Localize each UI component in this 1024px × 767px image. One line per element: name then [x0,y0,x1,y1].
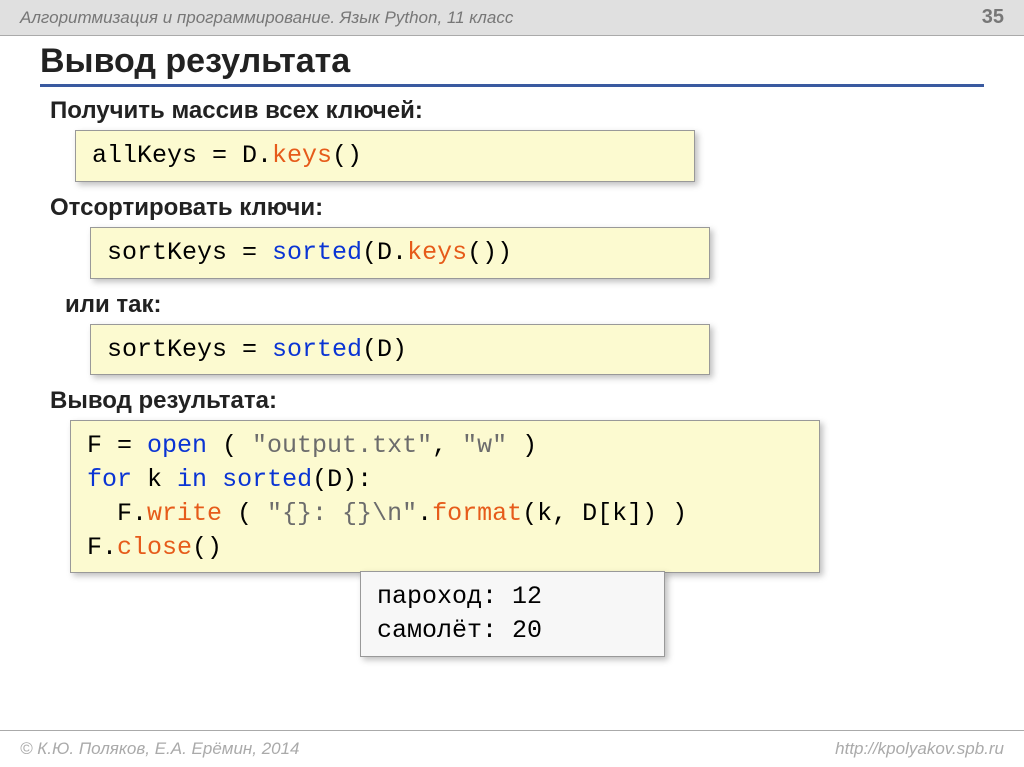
code-output-file: F = open ( "output.txt", "w" ) for k in … [70,420,820,573]
footer-url: http://kpolyakov.spb.ru [835,739,1004,759]
slide-content: Вывод результата Получить массив всех кл… [0,36,1024,657]
slide-footer: © К.Ю. Поляков, Е.А. Ерёмин, 2014 http:/… [0,730,1024,767]
section-or-so: или так: [40,291,984,319]
slide-header: Алгоритмизация и программирование. Язык … [0,0,1024,36]
code-sorted-keys: sortKeys = sorted(D.keys()) [90,227,710,279]
section-sort-keys: Отсортировать ключи: [40,194,984,222]
page-number: 35 [982,6,1004,29]
code-sorted-d: sortKeys = sorted(D) [90,324,710,376]
course-label: Алгоритмизация и программирование. Язык … [20,8,513,28]
footer-authors: © К.Ю. Поляков, Е.А. Ерёмин, 2014 [20,739,300,759]
slide-title: Вывод результата [40,42,984,87]
code-allkeys: allKeys = D.keys() [75,130,695,182]
section-output: Вывод результата: [40,387,984,415]
section-get-keys: Получить массив всех ключей: [40,97,984,125]
output-box: пароход: 12 самолёт: 20 [360,571,665,657]
